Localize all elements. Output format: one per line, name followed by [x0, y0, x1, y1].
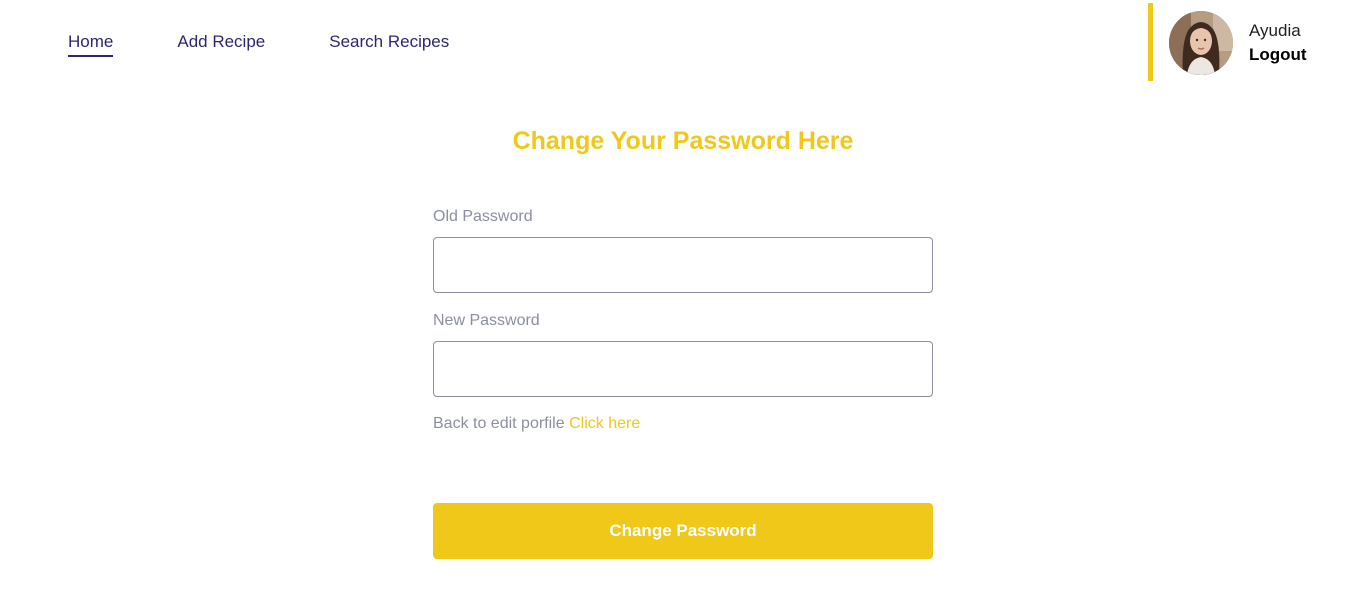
change-password-button[interactable]: Change Password: [433, 503, 933, 559]
back-to-profile-link[interactable]: Click here: [569, 415, 640, 432]
back-to-profile-row: Back to edit porfile Click here: [433, 414, 640, 434]
old-password-label: Old Password: [433, 208, 533, 225]
avatar-portrait-icon: [1169, 11, 1233, 75]
change-password-page: Home Add Recipe Search Recipes Ayudia Lo…: [0, 0, 1366, 607]
user-profile-box: Ayudia Logout: [1148, 3, 1348, 81]
nav-link-search-recipes[interactable]: Search Recipes: [329, 31, 449, 57]
old-password-input[interactable]: [433, 237, 933, 293]
logout-button[interactable]: Logout: [1249, 44, 1307, 66]
new-password-input[interactable]: [433, 341, 933, 397]
nav-link-home[interactable]: Home: [68, 31, 114, 57]
avatar[interactable]: [1169, 11, 1233, 75]
page-title: Change Your Password Here: [512, 127, 854, 155]
nav-links: Home Add Recipe Search Recipes: [68, 31, 513, 57]
user-name: Ayudia: [1249, 21, 1301, 40]
new-password-label: New Password: [433, 312, 540, 329]
user-accent-bar: [1148, 3, 1153, 81]
nav-link-add-recipe[interactable]: Add Recipe: [177, 31, 265, 57]
top-navbar: Home Add Recipe Search Recipes Ayudia Lo…: [0, 0, 1366, 90]
back-to-profile-text: Back to edit porfile: [433, 415, 565, 432]
